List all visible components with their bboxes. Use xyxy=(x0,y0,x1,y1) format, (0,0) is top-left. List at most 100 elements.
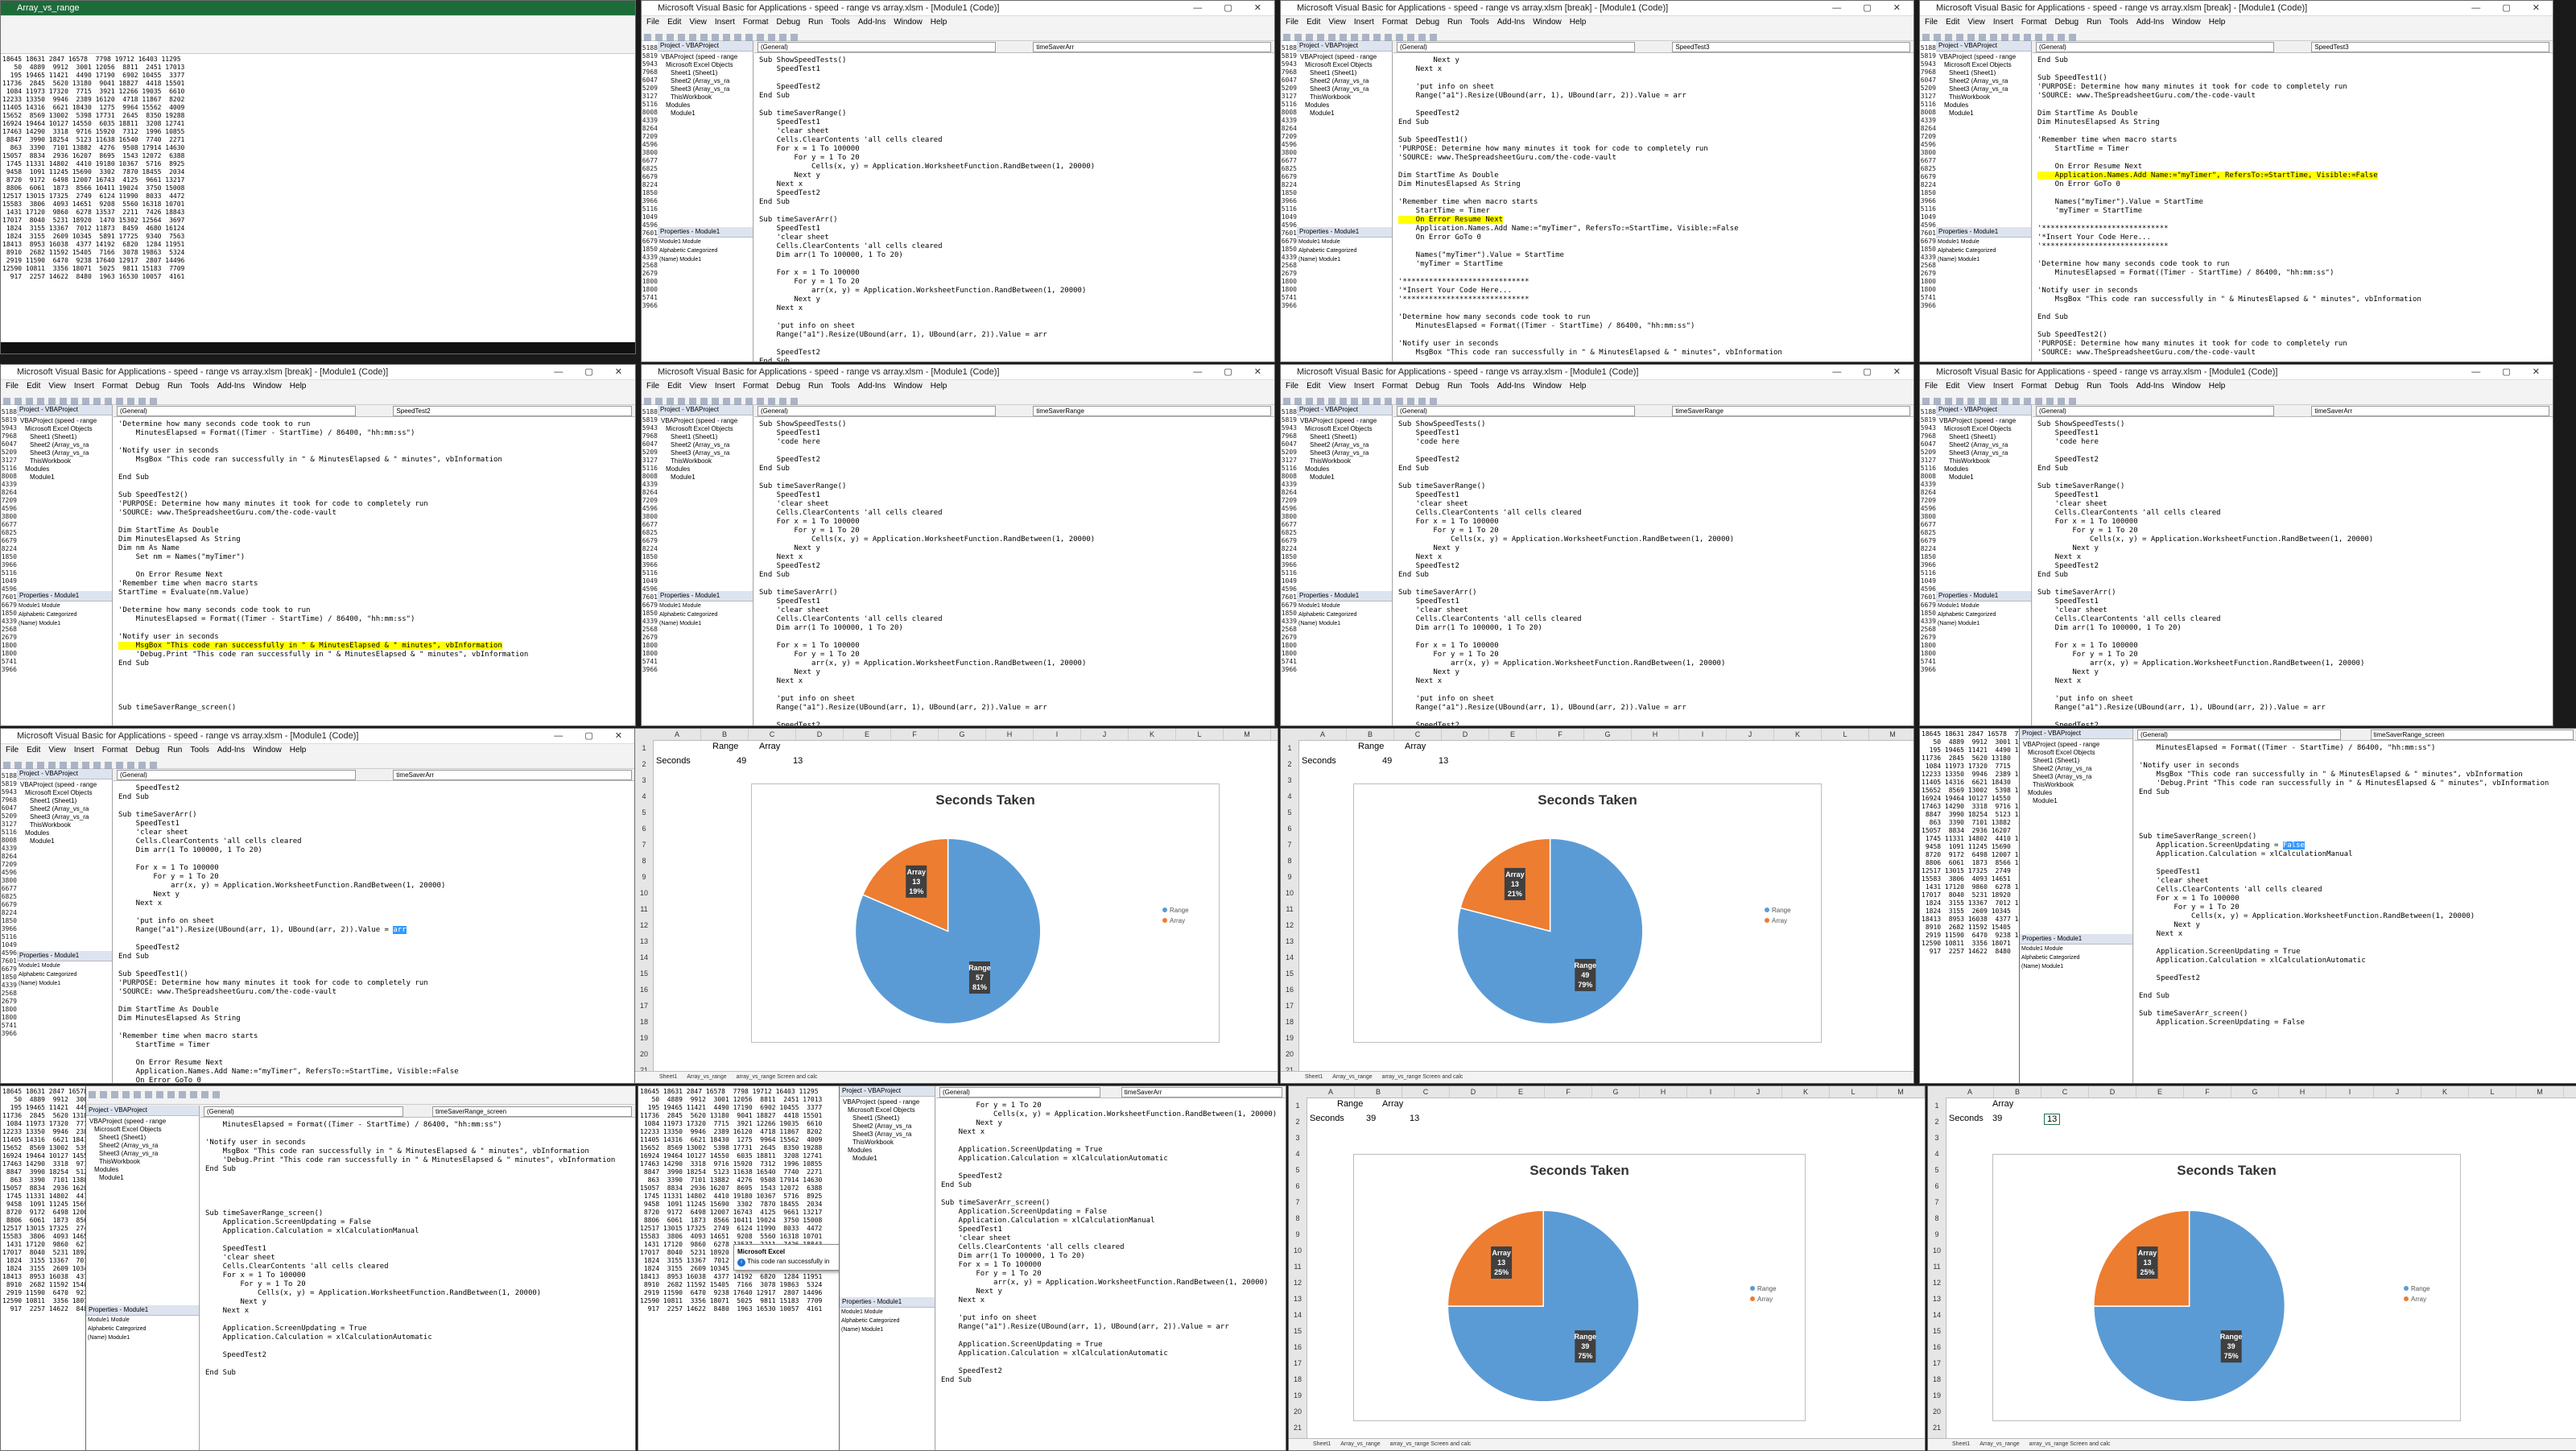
windows-taskbar[interactable] xyxy=(1,342,635,353)
vbe-toolbar[interactable] xyxy=(642,29,1274,41)
object-combo[interactable]: (General) xyxy=(1397,42,1635,52)
procedure-combo[interactable]: SpeedTest2 xyxy=(393,406,632,416)
pie-chart[interactable]: Seconds Taken Range 39 75% Array 13 25% Range… xyxy=(1992,1154,2461,1421)
code-text[interactable]: SpeedTest2 End Sub Sub timeSaverArr() Sp… xyxy=(114,781,635,1083)
message-box[interactable]: Microsoft Excel i This code ran successf… xyxy=(733,1244,840,1271)
cell-seconds-label[interactable]: Seconds xyxy=(1302,756,1336,766)
object-combo[interactable]: (General) xyxy=(939,1087,1101,1098)
cell-array-seconds[interactable]: 13 xyxy=(793,756,803,766)
vbe-toolbar[interactable] xyxy=(1281,29,1913,41)
excel-number-grid[interactable]: 18645 18631 2847 16578 7798 19712 16403 … xyxy=(1920,729,2020,1083)
code-editor[interactable]: (General) timeSaverArr For y = 1 To 20 Ce… xyxy=(936,1086,1286,1450)
properties-window[interactable]: Properties - Module1 Module1 Module Alphab… xyxy=(1297,590,1393,726)
project-explorer[interactable]: Project - VBAProject VBAProject (speed - … xyxy=(17,769,113,953)
procedure-combo[interactable]: timeSaverRange_screen xyxy=(432,1106,632,1117)
procedure-combo[interactable]: timeSaverArr xyxy=(2311,406,2549,416)
project-explorer[interactable]: Project - VBAProject VBAProject (speed - … xyxy=(1297,405,1393,592)
vbe-toolbar[interactable] xyxy=(1281,393,1913,405)
code-editor[interactable]: (General) timeSaverRange Sub ShowSpeedTes… xyxy=(754,405,1274,726)
vbe-toolbar[interactable] xyxy=(642,393,1274,405)
procedure-combo[interactable]: timeSaverArr xyxy=(393,770,632,780)
excel-number-grid[interactable]: 18645 18631 2847 16578 7798 19712 16403 … xyxy=(1,54,635,331)
vbe-toolbar[interactable] xyxy=(1,757,635,769)
vbe-toolbar[interactable] xyxy=(1920,29,2553,41)
object-combo[interactable]: (General) xyxy=(2036,42,2274,52)
object-combo[interactable]: (General) xyxy=(2036,406,2274,416)
code-editor[interactable]: (General) SpeedTest3 Next y Next x 'put i… xyxy=(1393,41,1913,362)
project-explorer[interactable]: Project - VBAProject VBAProject (speed - … xyxy=(840,1086,935,1299)
object-combo[interactable]: (General) xyxy=(1397,406,1635,416)
procedure-combo[interactable]: SpeedTest3 xyxy=(1672,42,1910,52)
cell-seconds-label[interactable]: Seconds xyxy=(1949,1114,1984,1123)
cell-array-label[interactable]: Array xyxy=(1382,1099,1403,1109)
window-controls[interactable]: — ▢ ✕ xyxy=(2471,1,2549,15)
vbe-menu[interactable]: File Edit View Insert Format Debug Run Tools Add… xyxy=(1920,380,2553,393)
code-text[interactable]: For y = 1 To 20 Cells(x, y) = Applicatio… xyxy=(936,1098,1286,1388)
code-text[interactable]: 'Determine how many seconds code took to… xyxy=(114,417,635,716)
code-editor[interactable]: (General) SpeedTest3 End Sub Sub SpeedTes… xyxy=(2033,41,2553,362)
window-controls[interactable]: — ▢ ✕ xyxy=(2471,365,2549,379)
properties-window[interactable]: Properties - Module1 Module1 Module Alphab… xyxy=(2020,934,2133,1083)
vbe-menu[interactable]: File Edit View Insert Format Debug Run Tools Add… xyxy=(1281,380,1913,393)
vbe-menu[interactable]: File Edit View Insert Format Debug Run Tools Add… xyxy=(642,380,1274,393)
project-explorer[interactable]: Project - VBAProject VBAProject (speed - … xyxy=(658,405,753,592)
code-editor[interactable]: (General) timeSaverArr Sub ShowSpeedTests… xyxy=(754,41,1274,362)
code-text[interactable]: Sub ShowSpeedTests() SpeedTest1 SpeedTes… xyxy=(754,53,1274,362)
cell-range-label[interactable]: Range xyxy=(712,742,738,751)
procedure-combo[interactable]: timeSaverArr xyxy=(1033,42,1271,52)
code-text[interactable]: Sub ShowSpeedTests() SpeedTest1 'code he… xyxy=(2033,417,2553,726)
code-text[interactable]: MinutesElapsed = Format((Timer - StartTi… xyxy=(200,1118,635,1381)
window-controls[interactable]: — ▢ ✕ xyxy=(1832,1,1910,15)
excel-number-grid[interactable]: 18645 18631 2847 16578 7798 19712 16403 … xyxy=(1,1086,86,1450)
cell-range-seconds[interactable]: 49 xyxy=(1382,756,1392,766)
cell-array-seconds[interactable]: 13 xyxy=(1410,1114,1419,1123)
pie-chart[interactable]: Seconds Taken Range 57 81% Array 13 19% Range… xyxy=(751,783,1220,1043)
cell-array-seconds[interactable]: 13 xyxy=(1439,756,1448,766)
window-controls[interactable]: — ▢ ✕ xyxy=(1832,365,1910,379)
procedure-combo[interactable]: timeSaverArr xyxy=(1121,1087,1282,1098)
object-combo[interactable]: (General) xyxy=(758,406,996,416)
vbe-menu[interactable]: File Edit View Insert Format Debug Run Tools Add… xyxy=(1,380,635,393)
properties-window[interactable]: Properties - Module1 Module1 Module Alphab… xyxy=(17,951,113,1083)
cell-seconds-label[interactable]: Seconds xyxy=(656,756,691,766)
pie-chart[interactable]: Seconds Taken Range 39 75% Array 13 25% Range… xyxy=(1353,1154,1806,1421)
project-explorer[interactable]: Project - VBAProject VBAProject (speed - … xyxy=(2020,729,2133,936)
object-combo[interactable]: (General) xyxy=(204,1106,403,1117)
object-combo[interactable]: (General) xyxy=(117,406,356,416)
cell-array-label[interactable]: Array xyxy=(1405,742,1426,751)
code-editor[interactable]: (General) timeSaverRange_screen MinutesEl… xyxy=(2134,729,2576,1083)
properties-window[interactable]: Properties - Module1 Module1 Module Alphab… xyxy=(86,1305,200,1450)
procedure-combo[interactable]: timeSaverRange_screen xyxy=(2370,730,2574,740)
sheet-tabs[interactable]: Sheet1 Array_vs_range array_vs_range Scree… xyxy=(635,1071,1278,1083)
window-controls[interactable]: — ▢ ✕ xyxy=(554,365,632,379)
window-controls[interactable]: — ▢ ✕ xyxy=(1193,365,1271,379)
code-editor[interactable]: (General) timeSaverRange Sub ShowSpeedTes… xyxy=(1393,405,1913,726)
code-text[interactable]: Sub ShowSpeedTests() SpeedTest1 'code he… xyxy=(754,417,1274,726)
properties-window[interactable]: Properties - Module1 Module1 Module Alphab… xyxy=(1936,226,2032,362)
cell-range-seconds[interactable]: 39 xyxy=(1992,1114,2002,1123)
properties-window[interactable]: Properties - Module1 Module1 Module Alphab… xyxy=(1936,590,2032,726)
code-text[interactable]: End Sub Sub SpeedTest1() 'PURPOSE: Deter… xyxy=(2033,53,2553,361)
cell-array-seconds[interactable]: 13 xyxy=(2044,1114,2061,1125)
cell-range-label[interactable]: Range xyxy=(1337,1099,1363,1109)
sheet-tabs[interactable]: Sheet1 Array_vs_range array_vs_range Scree… xyxy=(1281,1071,1913,1083)
object-combo[interactable]: (General) xyxy=(2137,730,2341,740)
cell-range-label[interactable]: Range xyxy=(1358,742,1384,751)
vbe-menu[interactable]: File Edit View Insert Format Debug Run Tools Add… xyxy=(1,744,635,757)
properties-window[interactable]: Properties - Module1 Module1 Module Alphab… xyxy=(840,1297,935,1450)
window-controls[interactable]: — ▢ ✕ xyxy=(1193,1,1271,15)
project-explorer[interactable]: Project - VBAProject VBAProject (speed - … xyxy=(1936,41,2032,228)
vbe-menu[interactable]: File Edit View Insert Format Debug Run Tools Add… xyxy=(642,16,1274,29)
code-editor[interactable]: (General) timeSaverArr SpeedTest2 End Sub… xyxy=(114,769,635,1083)
project-explorer[interactable]: Project - VBAProject VBAProject (speed - … xyxy=(1297,41,1393,228)
procedure-combo[interactable]: timeSaverRange xyxy=(1033,406,1271,416)
properties-window[interactable]: Properties - Module1 Module1 Module Alphab… xyxy=(658,590,753,726)
vbe-menu[interactable]: File Edit View Insert Format Debug Run Tools Add… xyxy=(1281,16,1913,29)
code-editor[interactable]: (General) timeSaverArr Sub ShowSpeedTests… xyxy=(2033,405,2553,726)
project-explorer[interactable]: Project - VBAProject VBAProject (speed - … xyxy=(1936,405,2032,592)
window-controls[interactable]: — ▢ ✕ xyxy=(554,729,632,743)
object-combo[interactable]: (General) xyxy=(117,770,356,780)
cell-range-seconds[interactable]: 49 xyxy=(737,756,746,766)
procedure-combo[interactable]: SpeedTest3 xyxy=(2311,42,2549,52)
cell-array-label[interactable]: Array xyxy=(759,742,780,751)
